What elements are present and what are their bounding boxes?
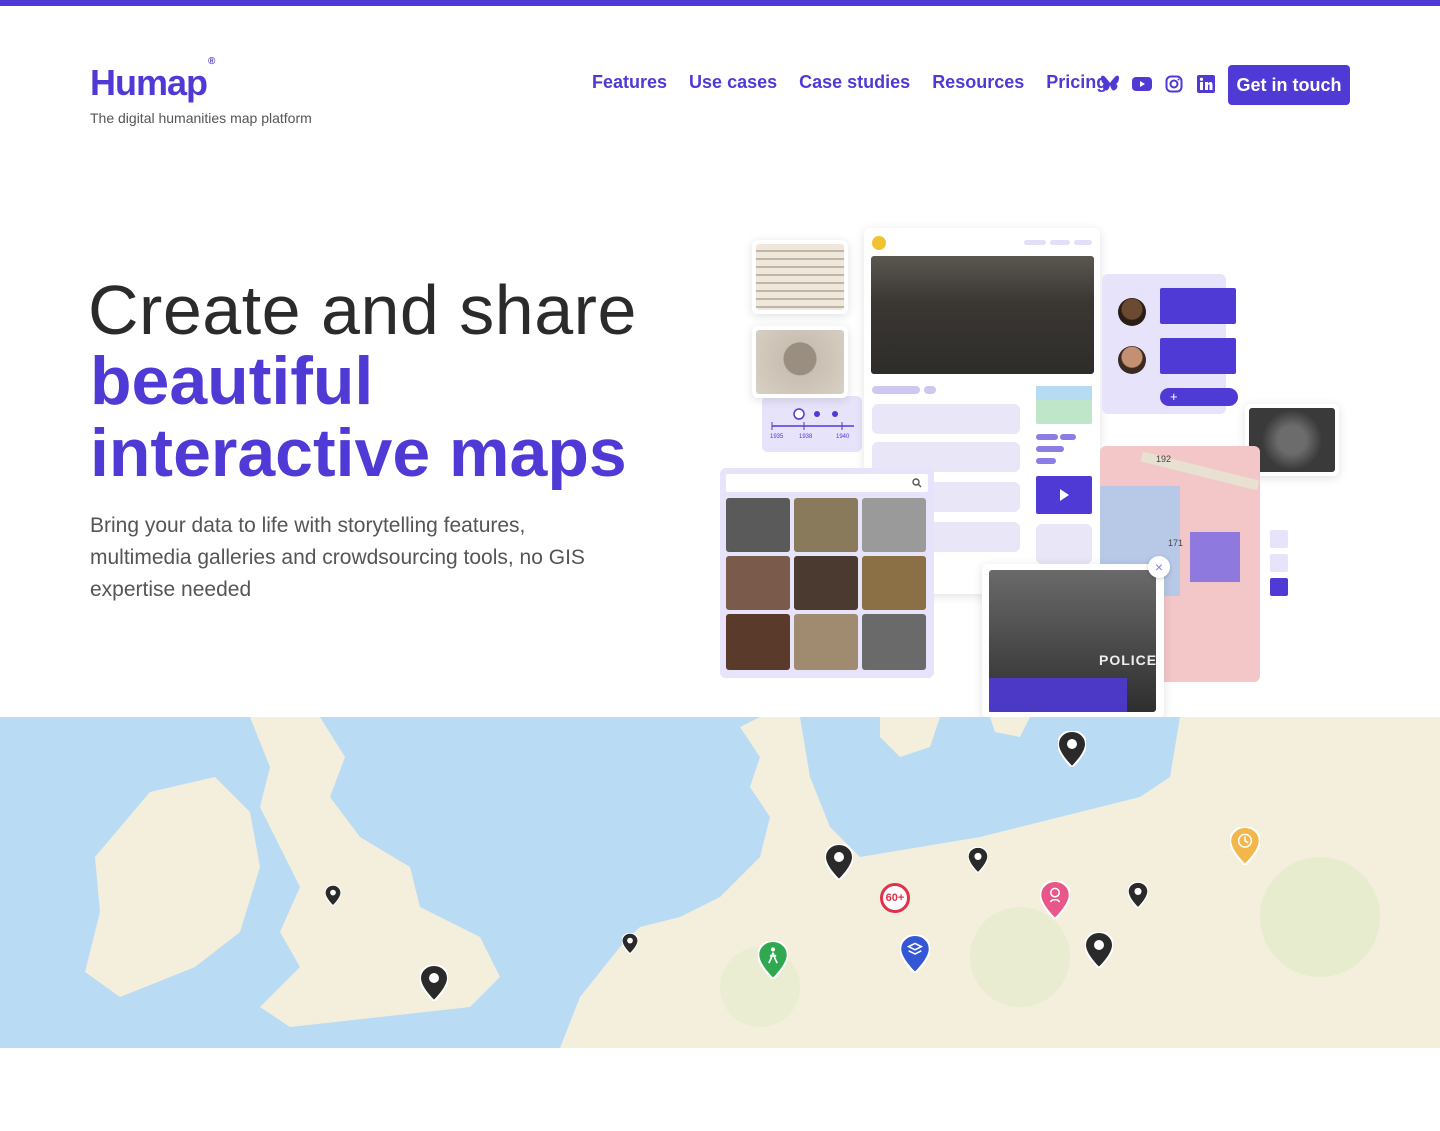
avatar bbox=[1118, 346, 1146, 374]
content-block bbox=[872, 404, 1020, 434]
nav-features[interactable]: Features bbox=[592, 72, 667, 93]
gallery-thumb[interactable] bbox=[794, 556, 858, 610]
group-photo bbox=[871, 256, 1094, 374]
line-tool-icon[interactable] bbox=[1270, 554, 1288, 572]
timeline-year-3: 1940 bbox=[836, 434, 850, 440]
nav-pricing[interactable]: Pricing bbox=[1046, 72, 1107, 93]
nav-use-cases[interactable]: Use cases bbox=[689, 72, 777, 93]
timeline-graphic bbox=[771, 408, 854, 430]
map-pin-icon[interactable] bbox=[1127, 881, 1149, 913]
timeline-year-2: 1938 bbox=[799, 434, 813, 440]
map-pin-icon[interactable] bbox=[621, 932, 639, 959]
nav-resources[interactable]: Resources bbox=[932, 72, 1024, 93]
avatar bbox=[1118, 298, 1146, 326]
portrait-card bbox=[752, 326, 848, 398]
nav-case-studies[interactable]: Case studies bbox=[799, 72, 910, 93]
gallery-thumb[interactable] bbox=[862, 498, 926, 552]
tag-pill bbox=[1060, 434, 1076, 440]
map-popup: POLICE × bbox=[982, 556, 1170, 734]
location-person-pin-icon[interactable] bbox=[1039, 879, 1071, 924]
walking-person-pin-icon[interactable] bbox=[757, 939, 789, 984]
map-pin-icon[interactable] bbox=[1056, 729, 1088, 772]
hero-heading-line3: interactive maps bbox=[90, 415, 627, 491]
tag-pill bbox=[1036, 458, 1056, 464]
social-links bbox=[1100, 74, 1216, 94]
header-pill bbox=[1024, 240, 1046, 245]
gallery-thumb[interactable] bbox=[726, 556, 790, 610]
play-icon bbox=[1060, 489, 1069, 501]
europe-map[interactable]: 60+ bbox=[0, 717, 1440, 1048]
gallery-panel bbox=[720, 468, 934, 678]
gallery-thumb[interactable] bbox=[794, 614, 858, 670]
selection-polygon bbox=[1190, 532, 1240, 582]
tagline: The digital humanities map platform bbox=[90, 110, 312, 126]
comment-bubble bbox=[1160, 338, 1236, 374]
content-block bbox=[1036, 524, 1092, 564]
cluster-badge[interactable]: 60+ bbox=[880, 883, 910, 913]
add-comment-button[interactable]: + bbox=[1160, 388, 1238, 406]
map-label: 192 bbox=[1156, 454, 1172, 464]
comments-panel: + bbox=[1102, 274, 1238, 414]
linkedin-icon[interactable] bbox=[1196, 74, 1216, 94]
timeline-widget: 1935 1938 1940 bbox=[762, 396, 862, 452]
main-nav: Features Use cases Case studies Resource… bbox=[592, 72, 1107, 93]
close-popup-icon[interactable]: × bbox=[1148, 556, 1170, 578]
polygon-tool-icon[interactable] bbox=[1270, 578, 1288, 596]
protest-photo: POLICE bbox=[989, 570, 1156, 712]
header-pill bbox=[1050, 240, 1070, 245]
map-label: 171 bbox=[1168, 538, 1184, 548]
gallery-thumb[interactable] bbox=[862, 614, 926, 670]
gallery-thumb[interactable] bbox=[726, 498, 790, 552]
mini-map bbox=[1036, 386, 1092, 424]
caption-bar bbox=[872, 386, 920, 394]
layers-pin-icon[interactable] bbox=[899, 933, 931, 978]
hero-lead-text: Bring your data to life with storytellin… bbox=[90, 514, 585, 601]
letter-card bbox=[752, 240, 848, 314]
police-sign-text: POLICE bbox=[1099, 652, 1158, 668]
youtube-icon[interactable] bbox=[1132, 74, 1152, 94]
bluesky-icon[interactable] bbox=[1100, 74, 1120, 94]
map-pin-icon[interactable] bbox=[823, 842, 855, 885]
map-pin-icon[interactable] bbox=[967, 846, 989, 878]
play-button[interactable] bbox=[1036, 476, 1092, 514]
hero-heading-line2: beautiful bbox=[90, 343, 374, 419]
header-pill bbox=[1074, 240, 1092, 245]
map-pin-icon[interactable] bbox=[1083, 930, 1115, 973]
gallery-search-input[interactable] bbox=[726, 474, 928, 492]
handwritten-letter-image bbox=[756, 244, 844, 310]
top-accent-strip bbox=[0, 0, 1440, 6]
comment-bubble bbox=[1160, 288, 1236, 324]
caption-bar bbox=[924, 386, 936, 394]
gallery-thumb[interactable] bbox=[794, 498, 858, 552]
clock-pin-icon[interactable] bbox=[1229, 825, 1261, 870]
map-pin-icon[interactable] bbox=[324, 884, 342, 911]
gallery-thumb[interactable] bbox=[862, 556, 926, 610]
get-in-touch-button[interactable]: Get in touch bbox=[1228, 65, 1350, 105]
tag-pill bbox=[1036, 446, 1064, 452]
gallery-thumb[interactable] bbox=[726, 614, 790, 670]
yellow-dot bbox=[872, 236, 886, 250]
pointer-tool-icon[interactable] bbox=[1270, 530, 1288, 548]
map-land bbox=[85, 717, 1440, 1048]
tag-pill bbox=[1036, 434, 1058, 440]
search-icon bbox=[912, 478, 922, 488]
map-pin-icon[interactable] bbox=[418, 963, 450, 1006]
timeline-year-1: 1935 bbox=[770, 434, 784, 440]
portrait-photo bbox=[756, 330, 844, 394]
archive-photo bbox=[1249, 408, 1335, 472]
instagram-icon[interactable] bbox=[1164, 74, 1184, 94]
hero-heading-line1: Create and share bbox=[88, 271, 637, 349]
humap-logo[interactable]: Humap® bbox=[90, 56, 215, 104]
